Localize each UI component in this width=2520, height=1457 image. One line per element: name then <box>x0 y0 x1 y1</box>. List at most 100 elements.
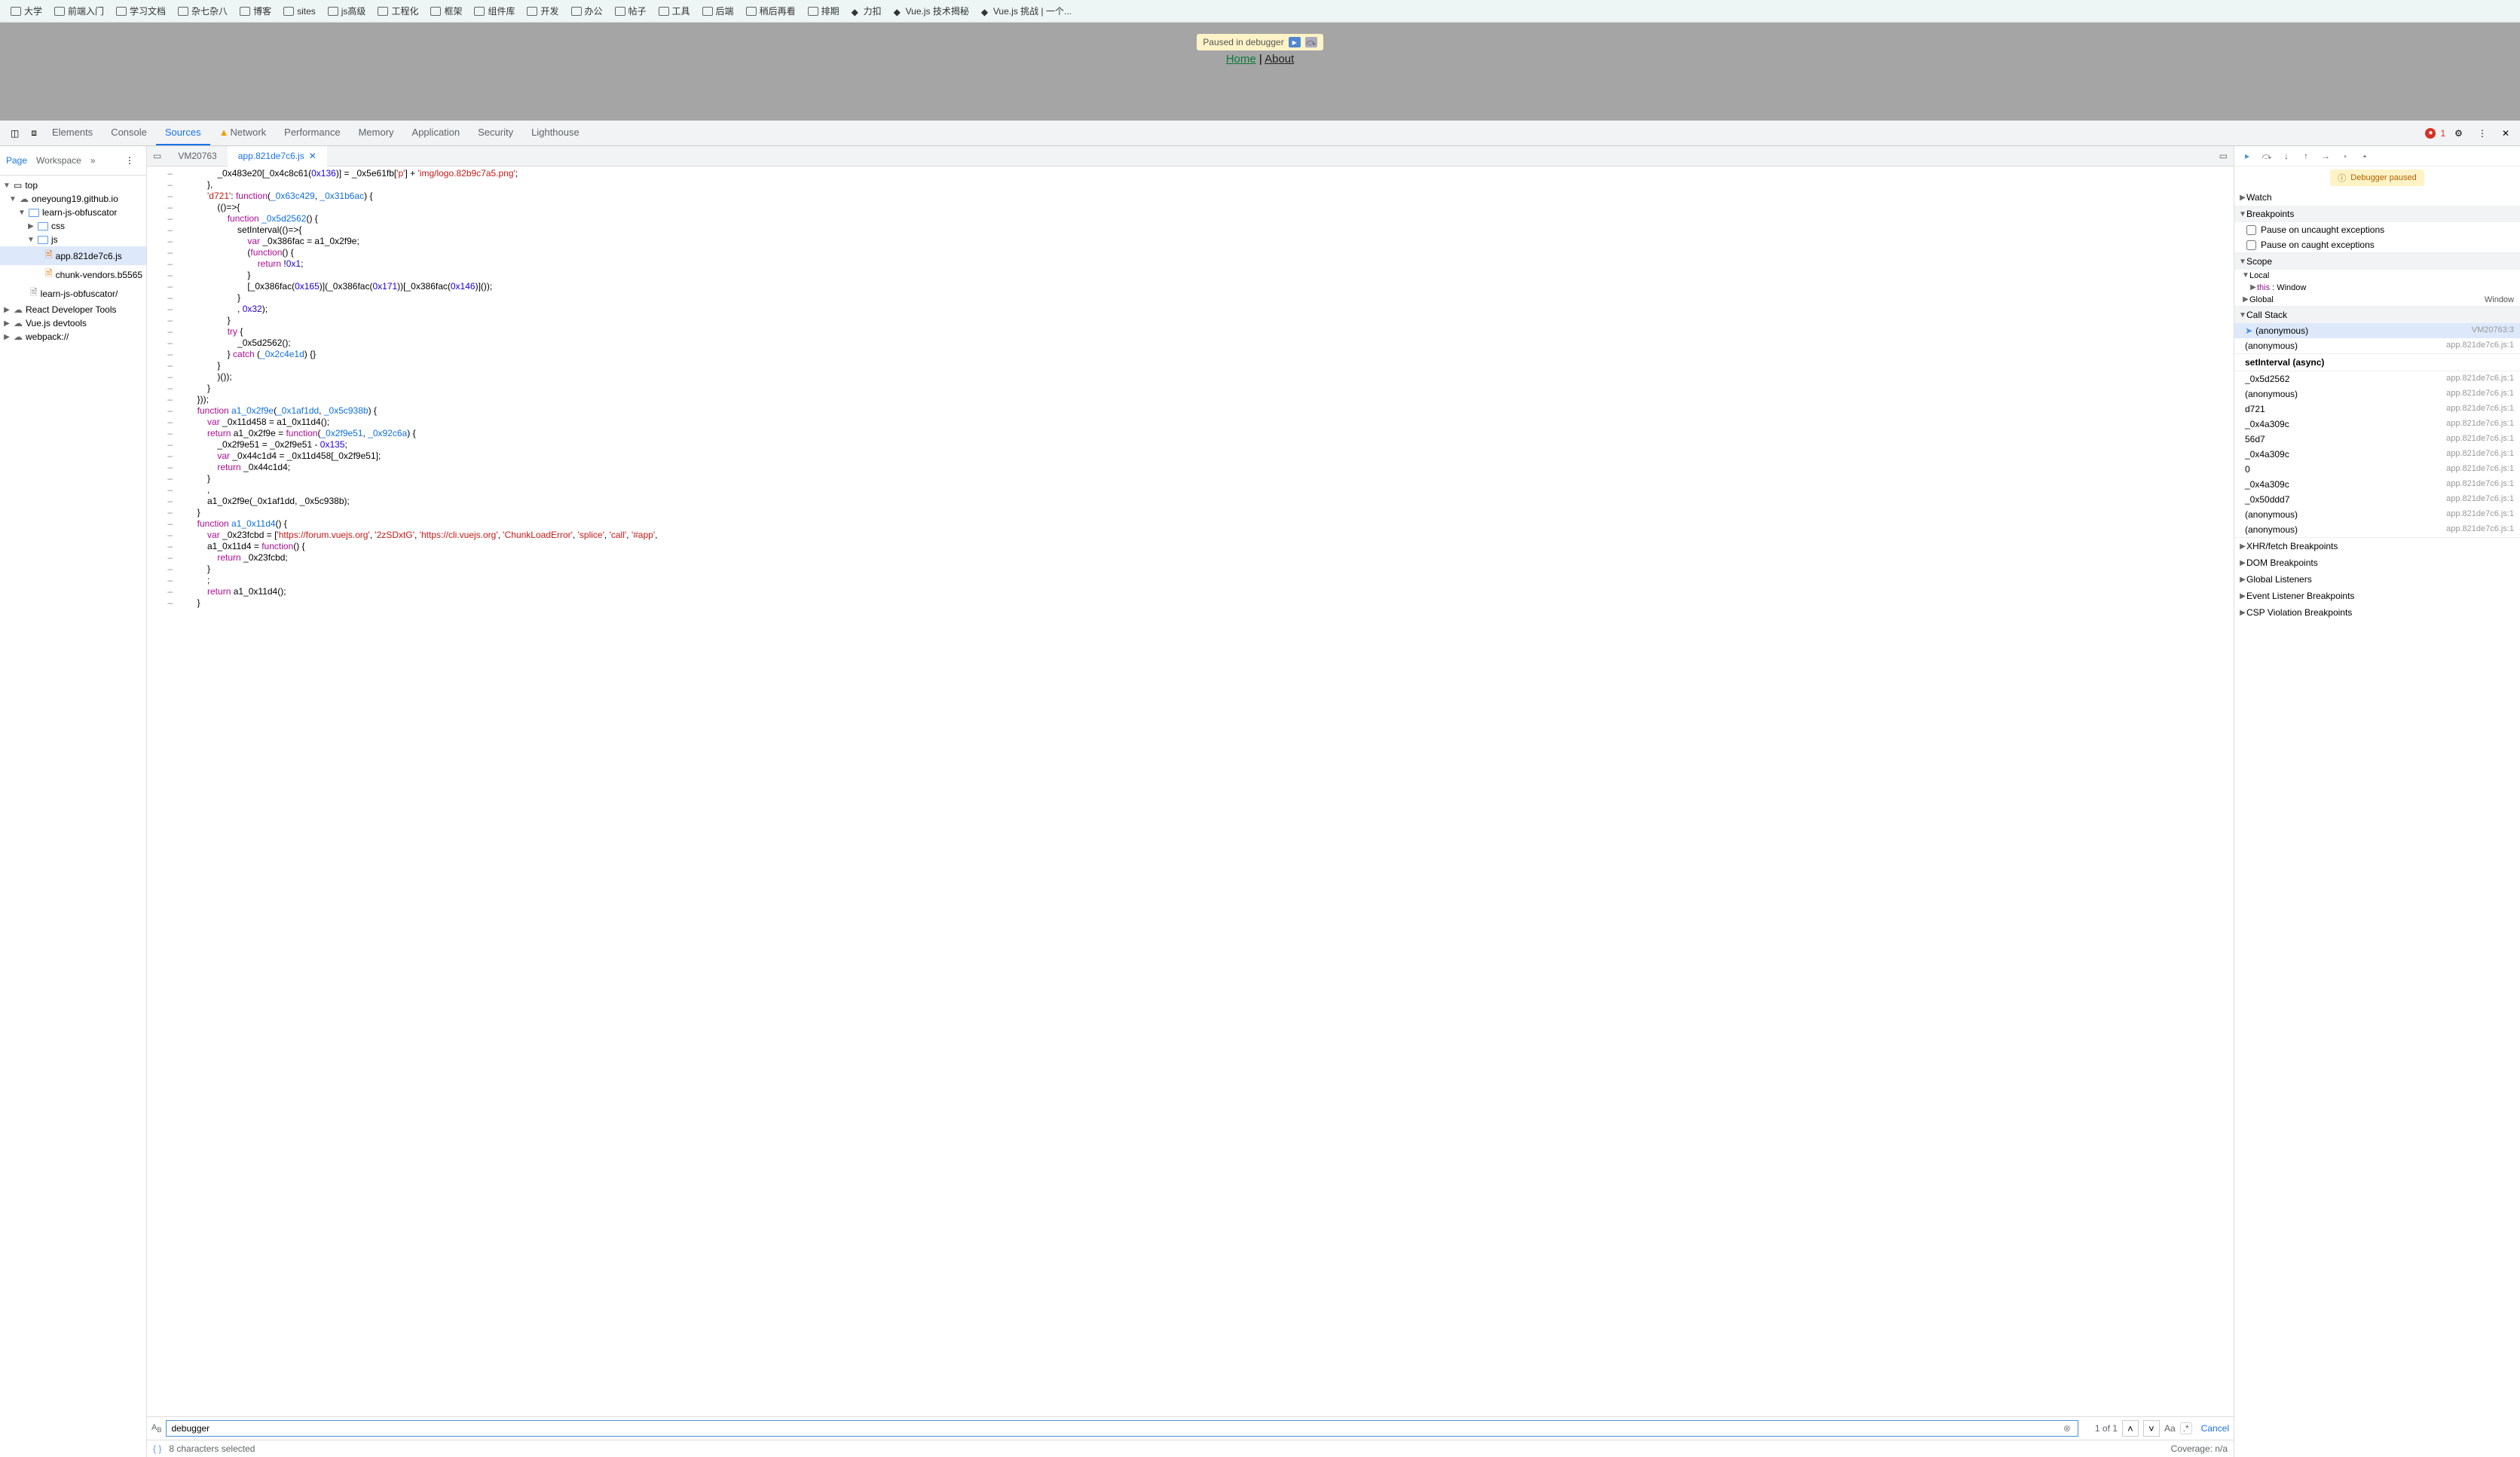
search-clear-icon[interactable]: ⊗ <box>2063 1423 2071 1434</box>
replace-toggle-icon[interactable]: AB <box>151 1423 161 1434</box>
devtools-tab[interactable]: Memory <box>350 121 403 145</box>
tab-close-icon[interactable]: ✕ <box>309 151 317 161</box>
bookmark-item[interactable]: 后端 <box>698 3 739 19</box>
pause-exceptions-icon[interactable]: ⬞ <box>2358 149 2372 163</box>
callstack-frame[interactable]: (anonymous)app.821de7c6.js:1 <box>2234 507 2520 522</box>
callstack-frame[interactable]: _0x4a309capp.821de7c6.js:1 <box>2234 447 2520 462</box>
watch-header[interactable]: ▶Watch <box>2234 189 2520 206</box>
tree-file[interactable]: 🗎chunk-vendors.b5565 <box>0 265 146 284</box>
tree-file[interactable]: 🗎learn-js-obfuscator/ <box>0 284 146 303</box>
tree-top[interactable]: ▼▭top <box>0 179 146 192</box>
panel-section-header[interactable]: ▶Event Listener Breakpoints <box>2234 588 2520 604</box>
bookmark-item[interactable]: 前端入门 <box>50 3 109 19</box>
bookmark-item[interactable]: 排期 <box>803 3 844 19</box>
callstack-frame[interactable]: _0x5d2562app.821de7c6.js:1 <box>2234 371 2520 386</box>
tree-folder[interactable]: ▼learn-js-obfuscator <box>0 206 146 219</box>
bookmark-item[interactable]: ◆Vue.js 技术揭秘 <box>889 3 974 19</box>
home-link[interactable]: Home <box>1226 53 1256 66</box>
deactivate-bp-icon[interactable]: ⬞ <box>2338 149 2352 163</box>
tree-folder[interactable]: ▼js <box>0 233 146 246</box>
callstack-frame[interactable]: _0x50ddd7app.821de7c6.js:1 <box>2234 492 2520 507</box>
devtools-tab[interactable]: Lighthouse <box>522 121 589 145</box>
error-badge[interactable]: ● <box>2425 128 2436 139</box>
callstack-frame[interactable]: _0x4a309capp.821de7c6.js:1 <box>2234 417 2520 432</box>
resume-icon[interactable]: ▸ <box>2240 149 2254 163</box>
code-body[interactable]: ––––––––––––––––––––––––––––––––––––––– … <box>147 166 2234 1416</box>
bookmark-item[interactable]: 稍后再看 <box>742 3 800 19</box>
bp-uncaught-row[interactable]: Pause on uncaught exceptions <box>2234 222 2520 237</box>
bookmark-item[interactable]: 学习文档 <box>112 3 170 19</box>
bookmark-item[interactable]: 博客 <box>235 3 276 19</box>
bp-caught-checkbox[interactable] <box>2246 240 2256 250</box>
callstack-frame[interactable]: d721app.821de7c6.js:1 <box>2234 402 2520 417</box>
panel-section-header[interactable]: ▶CSP Violation Breakpoints <box>2234 604 2520 621</box>
search-case-icon[interactable]: Aa <box>2164 1423 2176 1434</box>
editor-more-icon[interactable]: ▭ <box>2213 146 2234 166</box>
callstack-header[interactable]: ▼Call Stack <box>2234 307 2520 323</box>
about-link[interactable]: About <box>1265 53 1294 66</box>
tree-domain[interactable]: ▼☁oneyoung19.github.io <box>0 192 146 206</box>
resume-button[interactable]: ▸ <box>1289 37 1301 47</box>
format-icon[interactable]: { } <box>153 1443 161 1454</box>
nav-tab-page[interactable]: Page <box>6 155 27 166</box>
panel-section-header[interactable]: ▶XHR/fetch Breakpoints <box>2234 538 2520 554</box>
step-into-icon[interactable]: ↓ <box>2280 149 2293 163</box>
editor-tab[interactable]: app.821de7c6.js✕ <box>228 146 327 166</box>
inspect-icon[interactable]: ◫ <box>5 124 25 143</box>
callstack-frame[interactable]: 0app.821de7c6.js:1 <box>2234 462 2520 477</box>
callstack-frame[interactable]: ➤(anonymous)VM20763:3 <box>2234 323 2520 338</box>
more-icon[interactable]: ⋮ <box>2472 124 2493 143</box>
nav-more-icon[interactable]: ⋮ <box>119 151 140 170</box>
panel-section-header[interactable]: ▶DOM Breakpoints <box>2234 554 2520 571</box>
bookmark-item[interactable]: 办公 <box>567 3 607 19</box>
devtools-tab[interactable]: Elements <box>43 121 102 145</box>
bp-uncaught-checkbox[interactable] <box>2246 225 2256 235</box>
devtools-tab[interactable]: ▲Network <box>210 121 276 145</box>
panel-section-header[interactable]: ▶Global Listeners <box>2234 571 2520 588</box>
settings-icon[interactable]: ⚙ <box>2448 124 2469 143</box>
search-next-button[interactable]: ˅ <box>2143 1420 2160 1437</box>
tree-folder[interactable]: ▶css <box>0 219 146 233</box>
search-regex-icon[interactable]: .* <box>2180 1422 2192 1434</box>
callstack-frame[interactable]: _0x4a309capp.821de7c6.js:1 <box>2234 477 2520 492</box>
step-icon[interactable]: → <box>2319 149 2332 163</box>
callstack-frame[interactable]: (anonymous)app.821de7c6.js:1 <box>2234 522 2520 537</box>
bookmark-item[interactable]: js高级 <box>323 3 371 19</box>
scope-this[interactable]: ▶this:Window <box>2234 282 2520 294</box>
device-icon[interactable]: ⧈ <box>25 123 43 143</box>
step-button[interactable]: ⤼ <box>1305 37 1317 47</box>
callstack-frame[interactable]: (anonymous)app.821de7c6.js:1 <box>2234 386 2520 402</box>
step-over-icon[interactable]: ⤼ <box>2260 149 2274 163</box>
bookmark-item[interactable]: sites <box>279 5 320 18</box>
scope-local[interactable]: ▼Local <box>2234 270 2520 282</box>
error-count[interactable]: 1 <box>2440 128 2445 139</box>
bookmark-item[interactable]: 帖子 <box>610 3 651 19</box>
tree-file[interactable]: 🗎app.821de7c6.js <box>0 246 146 265</box>
search-prev-button[interactable]: ˄ <box>2122 1420 2139 1437</box>
devtools-tab[interactable]: Performance <box>275 121 349 145</box>
search-cancel-button[interactable]: Cancel <box>2201 1423 2229 1434</box>
bookmark-item[interactable]: ◆Vue.js 挑战 | 一个... <box>977 3 1076 19</box>
nav-tab-workspace[interactable]: Workspace <box>36 155 81 166</box>
bookmark-item[interactable]: 框架 <box>426 3 466 19</box>
editor-tab[interactable]: VM20763 <box>167 146 227 166</box>
breakpoints-header[interactable]: ▼Breakpoints <box>2234 206 2520 222</box>
bookmark-item[interactable]: 开发 <box>522 3 563 19</box>
close-icon[interactable]: ✕ <box>2496 124 2515 143</box>
bookmark-item[interactable]: ◆力扣 <box>847 3 886 19</box>
code-content[interactable]: _0x483e20[_0x4c8c61(0x136)] = _0x5e61fb[… <box>177 166 2234 1416</box>
bookmark-item[interactable]: 工程化 <box>373 3 423 19</box>
devtools-tab[interactable]: Sources <box>156 121 210 145</box>
devtools-tab[interactable]: Security <box>469 121 522 145</box>
nav-overflow[interactable]: » <box>90 155 96 166</box>
scope-header[interactable]: ▼Scope <box>2234 253 2520 270</box>
step-out-icon[interactable]: ↑ <box>2299 149 2313 163</box>
bookmark-item[interactable]: 组件库 <box>469 3 519 19</box>
toggle-nav-icon[interactable]: ▭ <box>147 146 167 166</box>
bookmark-item[interactable]: 大学 <box>6 3 47 19</box>
devtools-tab[interactable]: Application <box>403 121 469 145</box>
callstack-frame[interactable]: 56d7app.821de7c6.js:1 <box>2234 432 2520 447</box>
devtools-tab[interactable]: Console <box>102 121 156 145</box>
tree-tool[interactable]: ▶☁webpack:// <box>0 330 146 344</box>
bookmark-item[interactable]: 工具 <box>654 3 695 19</box>
